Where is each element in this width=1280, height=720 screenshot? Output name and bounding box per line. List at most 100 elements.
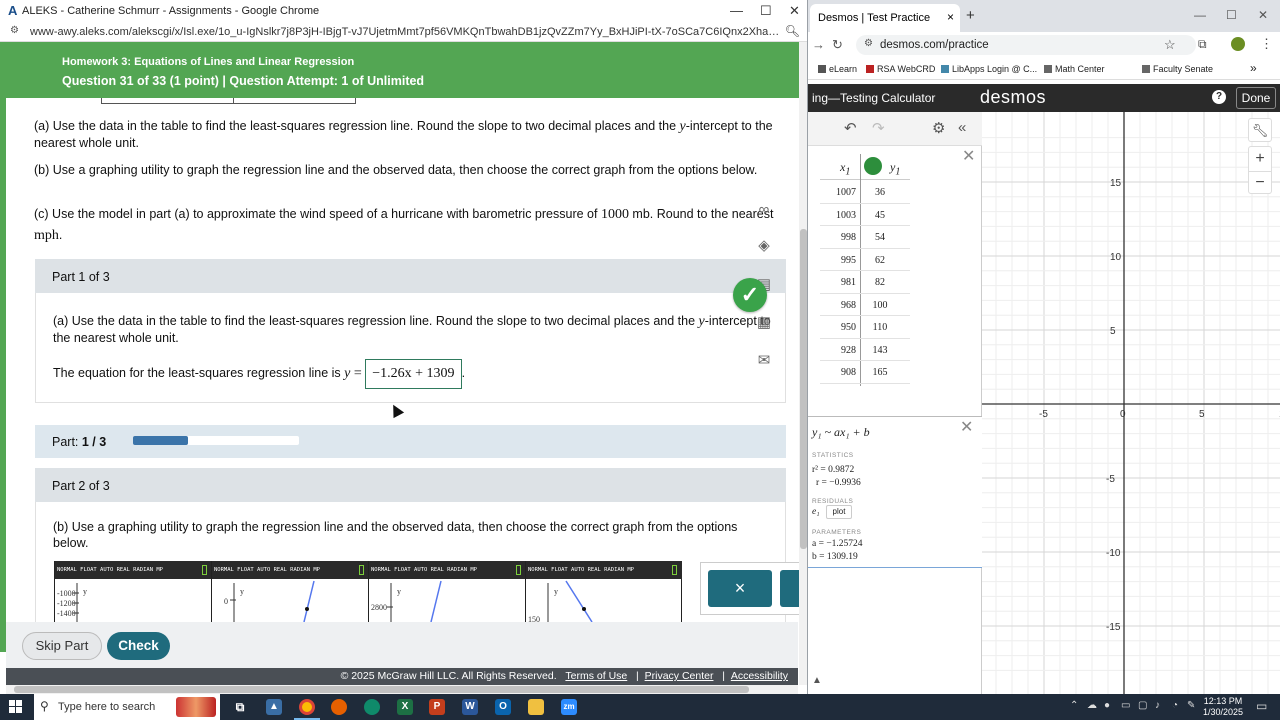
graph-grid[interactable]: -10-5051015105-5-10-15	[982, 112, 1280, 694]
close-window-icon[interactable]: ✕	[1258, 8, 1268, 22]
table-cell-x[interactable]: 968	[824, 300, 856, 311]
table-cell-x[interactable]: 928	[824, 345, 856, 356]
bookmark-libapps[interactable]: LibApps Login @ C...	[941, 64, 1037, 74]
table-row[interactable]: 968 100	[820, 294, 910, 316]
table-cell-x[interactable]: 995	[824, 255, 856, 266]
table-cell-x[interactable]: 950	[824, 322, 856, 333]
directions-icon[interactable]: ◈	[754, 236, 774, 256]
table-row[interactable]: 1007 36	[820, 181, 910, 204]
answer-box[interactable]: −1.26x + 1309	[365, 359, 462, 389]
table-cell-x[interactable]: 981	[824, 277, 856, 288]
tab-desmos[interactable]: Desmos | Test Practice ×	[810, 4, 960, 32]
table-cell-y[interactable]: 165	[864, 367, 896, 378]
mail-icon[interactable]: ✉	[754, 351, 774, 371]
minimize-icon[interactable]: —	[730, 3, 743, 18]
table-cell-y[interactable]: 62	[864, 255, 896, 266]
firefox-icon[interactable]	[331, 699, 347, 715]
graph-paper[interactable]: -10-5051015105-5-10-15 🔧︎ + −	[982, 112, 1280, 694]
excel-icon[interactable]: X	[397, 699, 413, 715]
table-row[interactable]: 998 54	[820, 226, 910, 249]
privacy-link[interactable]: Privacy Center	[645, 670, 714, 682]
tab-close-icon[interactable]: ×	[947, 10, 954, 24]
close-window-icon[interactable]: ✕	[789, 3, 800, 19]
glasses-icon[interactable]: ∞	[754, 200, 774, 220]
outlook-icon[interactable]: O	[495, 699, 511, 715]
address-bar[interactable]: → ↻ ⚙ desmos.com/practice ☆ ⧉ ⋮	[808, 32, 1280, 58]
minimize-icon[interactable]: —	[1194, 8, 1206, 22]
windows-start-icon[interactable]	[9, 700, 23, 714]
table-row[interactable]: 950 110	[820, 316, 910, 339]
bookmark-faculty-senate[interactable]: Faculty Senate	[1142, 64, 1213, 74]
delete-regression-icon[interactable]: ✕	[960, 417, 973, 437]
skip-part-button[interactable]: Skip Part	[22, 632, 102, 660]
table-cell-x[interactable]: 908	[824, 367, 856, 378]
bookmarks-more-icon[interactable]: »	[1250, 61, 1257, 75]
tray-chevron-icon[interactable]: ⌃	[1070, 700, 1078, 711]
table-cell-y[interactable]: 110	[864, 322, 896, 333]
part2-header[interactable]: Part 2 of 3	[35, 468, 786, 502]
graph-option-2[interactable]: NORMAL FLOAT AUTO REAL RADIAN MP y 0	[211, 561, 368, 622]
tray-network-icon[interactable]: ▭	[1121, 700, 1130, 711]
extensions-icon[interactable]: ⧉	[1198, 37, 1207, 52]
done-button[interactable]: Done	[1236, 87, 1276, 109]
notifications-icon[interactable]: ▭	[1256, 699, 1267, 713]
chrome-icon[interactable]	[299, 699, 315, 715]
table-row[interactable]: 1003 45	[820, 204, 910, 226]
taskbar-search[interactable]: ⚲ Type here to search	[34, 694, 220, 720]
zoom-in-icon[interactable]: +	[1249, 147, 1271, 171]
bookmark-math-center[interactable]: Math Center	[1044, 64, 1105, 74]
address-bar[interactable]: ⚙ www-awy.aleks.com/alekscgi/x/Isl.exe/1…	[0, 22, 807, 42]
table-cell-y[interactable]: 100	[864, 300, 896, 311]
undo-icon[interactable]: ↶	[844, 119, 857, 137]
tray-mic-icon[interactable]: ●	[1104, 700, 1110, 711]
new-tab-icon[interactable]: +	[966, 7, 975, 24]
back-icon[interactable]: →	[812, 37, 825, 52]
part1-header[interactable]: Part 1 of 3	[35, 259, 786, 293]
collapse-list-icon[interactable]: «	[958, 119, 966, 136]
regression-expression[interactable]: ✕ y₁ ~ ax₁ + b STATISTICS r² = 0.9872 r …	[808, 416, 982, 568]
app-icon-1[interactable]: ▲	[266, 699, 282, 715]
table-cell-x[interactable]: 1007	[824, 187, 856, 198]
site-info-icon[interactable]: ⚙	[864, 38, 873, 49]
regression-equation[interactable]: y₁ ~ ax₁ + b	[812, 425, 870, 440]
word-icon[interactable]: W	[462, 699, 478, 715]
clock[interactable]: 12:13 PM 1/30/2025	[1200, 696, 1246, 718]
tray-volume-icon[interactable]: ♪	[1155, 700, 1160, 711]
table-cell-x[interactable]: 1003	[824, 210, 856, 221]
profile-avatar[interactable]	[1231, 37, 1245, 51]
tray-cloud-icon[interactable]: ☁	[1087, 700, 1097, 711]
graph-option-4[interactable]: NORMAL FLOAT AUTO REAL RADIAN MP y 150	[525, 561, 682, 622]
tray-wifi-icon[interactable]: ◔	[1172, 700, 1178, 711]
graph-option-3[interactable]: NORMAL FLOAT AUTO REAL RADIAN MP y 2800	[368, 561, 525, 622]
bookmark-star-icon[interactable]: ☆	[1164, 37, 1176, 53]
graph-option-1[interactable]: NORMAL FLOAT AUTO REAL RADIAN MP y -1000…	[54, 561, 211, 622]
powerpoint-icon[interactable]: P	[429, 699, 445, 715]
help-icon[interactable]: ?	[1212, 90, 1226, 104]
reload-icon[interactable]: ↻	[832, 37, 843, 53]
maximize-icon[interactable]: ☐	[760, 3, 772, 19]
table-cell-y[interactable]: 82	[864, 277, 896, 288]
menu-icon[interactable]: ⋮	[1260, 36, 1273, 52]
accessibility-link[interactable]: Accessibility	[731, 670, 788, 682]
table-cell-y[interactable]: 54	[864, 232, 896, 243]
table-row[interactable]: 981 82	[820, 271, 910, 294]
redo-icon[interactable]: ↷	[872, 119, 885, 137]
table-cell-x[interactable]: 998	[824, 232, 856, 243]
graph-settings-wrench-icon[interactable]: 🔧︎	[1248, 118, 1272, 142]
table-icon[interactable]: ▦	[754, 313, 774, 333]
bookmark-elearn[interactable]: eLearn	[818, 64, 857, 74]
table-row[interactable]: 928 143	[820, 339, 910, 361]
url-text[interactable]: www-awy.aleks.com/alekscgi/x/Isl.exe/1o_…	[30, 26, 780, 38]
edge-icon[interactable]	[364, 699, 380, 715]
table-row[interactable]: 908 165	[820, 361, 910, 384]
zoom-app-icon[interactable]: zm	[561, 699, 577, 715]
tray-display-icon[interactable]: ▢	[1138, 700, 1147, 711]
check-button[interactable]: Check	[107, 632, 170, 660]
point-style-icon[interactable]	[864, 157, 882, 175]
plot-residuals-button[interactable]: plot	[826, 505, 852, 519]
magnifier-icon[interactable]: 🔍︎	[785, 24, 800, 38]
vertical-scrollbar[interactable]	[799, 42, 807, 685]
maximize-icon[interactable]: ☐	[1226, 8, 1237, 22]
table-row[interactable]: 995 62	[820, 249, 910, 271]
site-info-icon[interactable]: ⚙	[10, 25, 19, 36]
